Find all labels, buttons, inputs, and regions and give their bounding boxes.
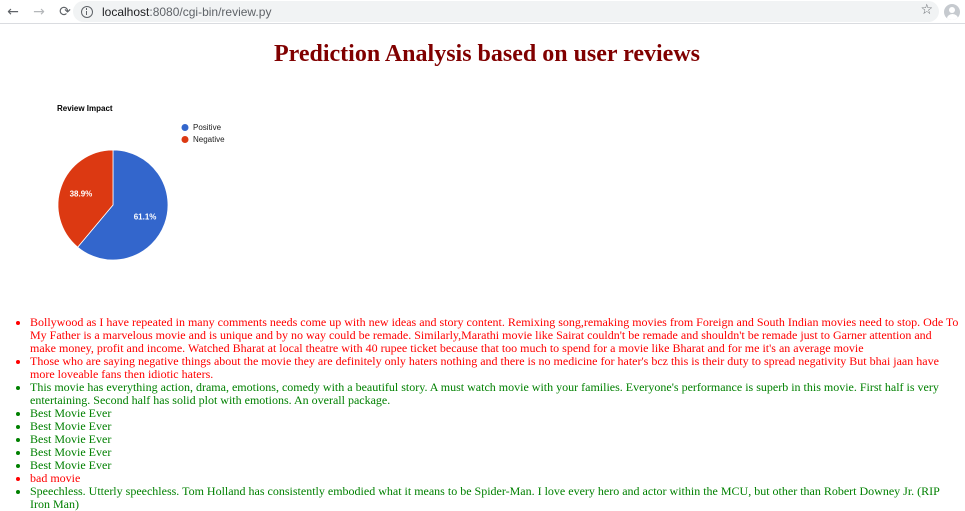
chart-title: Review Impact [57, 104, 113, 113]
profile-avatar-icon[interactable] [944, 4, 960, 20]
pie-chart-svg: Review Impact 61.1% 38.9% Positive Negative [57, 104, 225, 261]
review-item: Best Movie Ever [30, 433, 960, 446]
review-impact-chart: Review Impact 61.1% 38.9% Positive Negative [0, 90, 420, 280]
bookmark-star-icon[interactable]: ☆ [920, 2, 933, 18]
review-item: Best Movie Ever [30, 459, 960, 472]
forward-arrow-icon: → [33, 3, 45, 20]
review-item: Best Movie Ever [30, 407, 960, 420]
reload-icon: ⟳ [59, 3, 71, 20]
review-item: Bollywood as I have repeated in many com… [30, 316, 960, 355]
site-info-icon[interactable] [81, 5, 93, 18]
legend-label-negative: Negative [193, 135, 225, 144]
slice-label-negative: 38.9% [70, 189, 93, 198]
review-item: Speechless. Utterly speechless. Tom Holl… [30, 485, 960, 511]
legend-label-positive: Positive [193, 123, 222, 132]
forward-button[interactable]: → [27, 1, 51, 23]
browser-toolbar: ← → ⟳ localhost:8080/cgi-bin/review.py ☆ [0, 0, 965, 24]
url-host: localhost [102, 4, 150, 19]
review-item: Best Movie Ever [30, 420, 960, 433]
slice-label-positive: 61.1% [134, 213, 157, 222]
url-text: localhost:8080/cgi-bin/review.py [102, 5, 271, 19]
review-item: This movie has everything action, drama,… [30, 381, 960, 407]
page-title: Prediction Analysis based on user review… [273, 41, 701, 67]
url-path: :8080/cgi-bin/review.py [149, 4, 272, 19]
review-list: Bollywood as I have repeated in many com… [0, 316, 960, 511]
legend-marker-positive [181, 124, 189, 131]
review-item: Best Movie Ever [30, 446, 960, 459]
legend-marker-negative [181, 136, 189, 143]
review-item: Those who are saying negative things abo… [30, 355, 960, 381]
back-arrow-icon: ← [7, 3, 19, 20]
address-bar[interactable]: localhost:8080/cgi-bin/review.py ☆ [73, 1, 939, 22]
back-button[interactable]: ← [1, 1, 25, 23]
